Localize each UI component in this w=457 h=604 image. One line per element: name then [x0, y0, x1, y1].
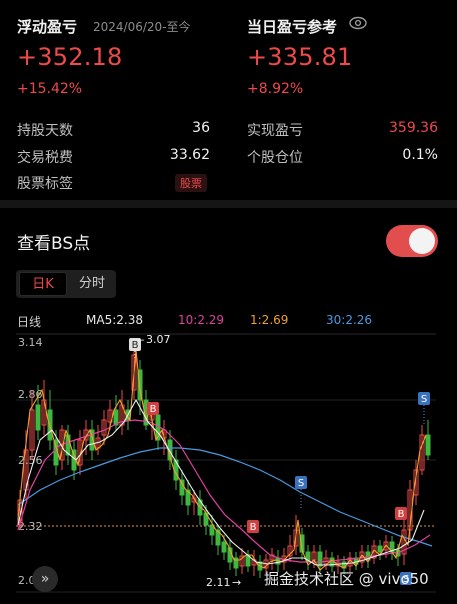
high-arrow-icon: ←	[137, 336, 145, 346]
marker-s-2: S	[418, 392, 430, 405]
expand-icon[interactable]: »	[32, 566, 58, 592]
day-pnl-value: +335.81	[247, 43, 353, 71]
candle-body	[179, 479, 185, 496]
position-label: 个股仓位	[247, 150, 303, 166]
hold-days-value: 36	[192, 120, 210, 136]
candle-body	[425, 434, 431, 456]
tax-value: 33.62	[169, 147, 210, 163]
float-pnl-title: 浮动盈亏	[17, 18, 78, 36]
marker-s-1: S	[295, 476, 307, 489]
eye-icon[interactable]	[349, 16, 367, 30]
float-pnl-date: 2024/06/20-至今	[93, 20, 191, 34]
tab-daily-k[interactable]: 日K	[19, 272, 67, 296]
ma5-line	[17, 398, 425, 566]
candle-body	[377, 545, 383, 553]
realized-value: 359.36	[389, 120, 438, 136]
bs-section-title: 查看BS点	[17, 234, 91, 254]
position-value: 0.1%	[402, 147, 438, 163]
low-annotation: 2.11	[206, 576, 231, 589]
float-pnl-value: +352.18	[17, 43, 123, 71]
tax-label: 交易税费	[17, 150, 73, 166]
position-summary: 浮动盈亏 2024/06/20-至今 +352.18 +15.42% 当日盈亏参…	[0, 0, 457, 200]
svg-text:B: B	[150, 404, 157, 415]
candle-body	[35, 404, 41, 431]
tag-label: 股票标签	[17, 176, 73, 192]
marker-b-4: B	[395, 507, 407, 520]
legend-ma30: 30:2.26	[326, 313, 373, 327]
bs-toggle[interactable]	[386, 225, 438, 257]
legend-daily: 日线	[17, 315, 42, 329]
toggle-knob	[409, 228, 435, 254]
svg-text:B: B	[398, 509, 405, 520]
legend-ma10: 10:2.29	[178, 313, 225, 327]
chart-tabs: 日K 分时	[16, 270, 116, 298]
candle-body	[221, 541, 227, 553]
y-label-1: 3.14	[18, 336, 43, 349]
candle-body	[245, 555, 251, 567]
float-pnl-pct: +15.42%	[17, 81, 83, 97]
legend-ma1: 1:2.69	[250, 313, 289, 327]
day-pnl-pct: +8.92%	[247, 81, 304, 97]
realized-label: 实现盈亏	[247, 123, 303, 139]
hold-days-label: 持股天数	[17, 123, 73, 139]
day-pnl-title: 当日盈亏参考	[247, 18, 338, 36]
marker-b-2: B	[147, 402, 159, 415]
svg-text:S: S	[421, 394, 427, 405]
candle-body	[317, 551, 323, 567]
watermark: 掘金技术社区 @ vivo50	[264, 570, 429, 588]
y-label-3: 2.56	[18, 454, 43, 467]
high-annotation: 3.07	[146, 333, 171, 346]
legend-ma5: MA5:2.38	[86, 313, 143, 327]
k-line-chart[interactable]: 3.14 2.86 2.56 2.32 2.0 B B S B B S S 3.…	[0, 330, 457, 604]
svg-text:B: B	[250, 522, 257, 533]
low-arrow-icon: →	[232, 576, 241, 589]
tab-intraday[interactable]: 分时	[70, 272, 114, 296]
svg-text:S: S	[298, 478, 304, 489]
marker-b-3: B	[247, 520, 259, 533]
section-divider	[0, 200, 457, 208]
stock-tag-badge[interactable]: 股票	[175, 174, 207, 192]
